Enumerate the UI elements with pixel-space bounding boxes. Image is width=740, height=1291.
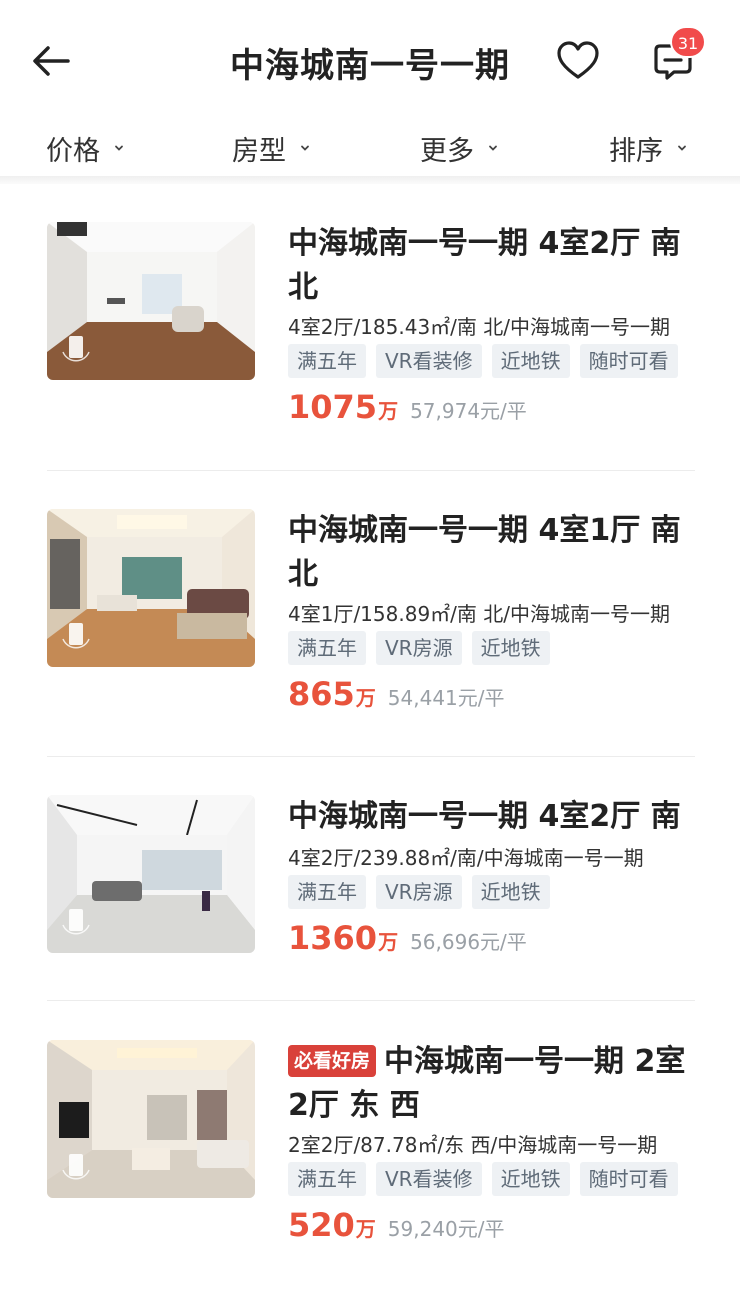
listing-price: 520 万 59,240元/平	[288, 1206, 505, 1244]
filter-bar: 价格 房型 更多 排序	[0, 118, 740, 174]
must-see-badge: 必看好房	[288, 1045, 377, 1077]
listing-tag: 随时可看	[579, 344, 678, 378]
filter-label: 排序	[609, 135, 663, 167]
listing-title: 必看好房 中海城南一号一期 2室2厅 东 西	[288, 1040, 698, 1128]
listing-tag: 满五年	[288, 1162, 366, 1196]
listing-card[interactable]: 中海城南一号一期 4室2厅 南北 4室2厅/185.43㎡/南 北/中海城南一号…	[0, 222, 740, 472]
chevron-down-icon	[489, 145, 497, 151]
listing-meta: 4室2厅/185.43㎡/南 北/中海城南一号一期	[288, 315, 671, 339]
listing-tag: VR房源	[376, 875, 462, 909]
price-unit: 万	[378, 399, 399, 423]
listing-tag: 近地铁	[491, 344, 570, 378]
listing-price: 1075 万 57,974元/平	[288, 388, 527, 426]
favorite-button[interactable]	[556, 40, 600, 82]
filter-divider	[0, 176, 740, 184]
vr-icon	[62, 336, 90, 362]
filter-layout[interactable]: 房型	[232, 128, 310, 168]
listing-card[interactable]: 中海城南一号一期 4室2厅 南 4室2厅/239.88㎡/南/中海城南一号一期 …	[0, 795, 740, 1005]
listing-tag: VR房源	[376, 631, 462, 665]
listing-tag: VR看装修	[376, 1162, 482, 1196]
chevron-down-icon	[678, 145, 686, 151]
listing-divider	[47, 1000, 695, 1001]
listing-tag: 满五年	[288, 875, 366, 909]
listing-tag: 满五年	[288, 344, 366, 378]
listing-card[interactable]: 必看好房 中海城南一号一期 2室2厅 东 西 2室2厅/87.78㎡/东 西/中海…	[0, 1040, 740, 1290]
listing-divider	[47, 756, 695, 757]
unit-price: 56,696元/平	[410, 930, 527, 954]
chevron-down-icon	[115, 145, 123, 151]
vr-icon	[62, 909, 90, 935]
listing-tags: 满五年 VR房源 近地铁	[288, 875, 550, 909]
total-price: 1075	[288, 388, 378, 426]
listing-divider	[47, 470, 695, 471]
listing-tag: 近地铁	[491, 1162, 570, 1196]
listing-photo[interactable]	[47, 509, 255, 667]
unit-price: 54,441元/平	[387, 686, 505, 710]
filter-more[interactable]: 更多	[420, 128, 498, 168]
total-price: 520	[288, 1206, 355, 1244]
listing-photo[interactable]	[47, 795, 255, 953]
listing-title: 中海城南一号一期 4室2厅 南北	[288, 226, 681, 305]
message-count-badge: 31	[670, 26, 706, 58]
filter-price[interactable]: 价格	[46, 128, 124, 168]
total-price: 865	[288, 675, 355, 713]
listing-meta: 4室2厅/239.88㎡/南/中海城南一号一期	[288, 846, 644, 870]
unit-price: 59,240元/平	[387, 1217, 505, 1241]
top-bar: 中海城南一号一期 31	[0, 0, 740, 120]
page-title: 中海城南一号一期	[230, 46, 510, 86]
listing-photo[interactable]	[47, 222, 255, 380]
vr-icon	[62, 623, 90, 649]
listing-tag: 近地铁	[471, 875, 550, 909]
listing-photo[interactable]	[47, 1040, 255, 1198]
listing-tags: 满五年 VR房源 近地铁	[288, 631, 550, 665]
listing-tags: 满五年 VR看装修 近地铁 随时可看	[288, 344, 678, 378]
listing-tag: 随时可看	[579, 1162, 678, 1196]
filter-label: 更多	[420, 135, 474, 167]
arrow-left-icon	[33, 46, 70, 76]
listing-meta: 4室1厅/158.89㎡/南 北/中海城南一号一期	[288, 602, 671, 626]
price-unit: 万	[355, 686, 376, 710]
listing-title: 中海城南一号一期 4室1厅 南北	[288, 513, 681, 592]
listing-tag: VR看装修	[376, 344, 482, 378]
filter-label: 房型	[232, 135, 286, 167]
listing-price: 865 万 54,441元/平	[288, 675, 505, 713]
vr-icon	[62, 1154, 90, 1180]
listing-card[interactable]: 中海城南一号一期 4室1厅 南北 4室1厅/158.89㎡/南 北/中海城南一号…	[0, 509, 740, 759]
chevron-down-icon	[301, 145, 309, 151]
listing-meta: 2室2厅/87.78㎡/东 西/中海城南一号一期	[288, 1133, 658, 1157]
filter-sort[interactable]: 排序	[609, 128, 687, 168]
listing-price: 1360 万 56,696元/平	[288, 919, 527, 957]
filter-label: 价格	[46, 135, 100, 167]
unit-price: 57,974元/平	[410, 399, 527, 423]
listing-tag: 满五年	[288, 631, 366, 665]
listing-title: 中海城南一号一期 4室2厅 南	[288, 799, 681, 834]
price-unit: 万	[378, 930, 399, 954]
heart-icon	[557, 41, 599, 79]
total-price: 1360	[288, 919, 378, 957]
back-button[interactable]	[26, 36, 76, 86]
listing-tags: 满五年 VR看装修 近地铁 随时可看	[288, 1162, 678, 1196]
price-unit: 万	[355, 1217, 376, 1241]
listing-tag: 近地铁	[471, 631, 550, 665]
